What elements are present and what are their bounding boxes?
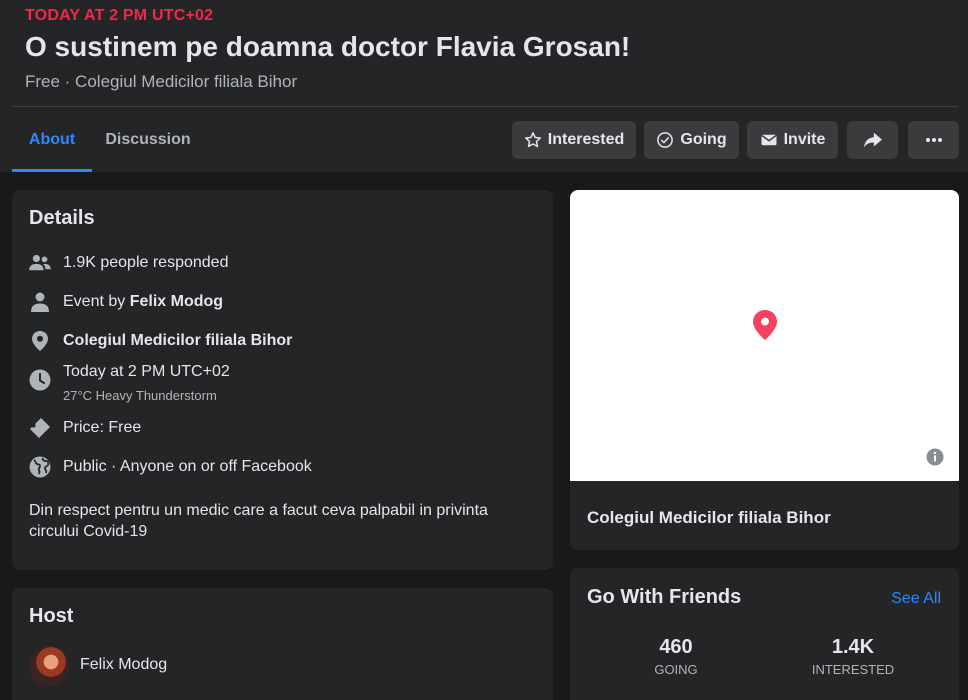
map-card: Colegiul Medicilor filiala Bihor: [570, 190, 959, 550]
host-title: Host: [29, 605, 74, 627]
interested-count: 1.4K: [831, 636, 875, 658]
time-text: Today at 2 PM UTC+02: [63, 363, 230, 380]
location-link[interactable]: Colegiul Medicilor filiala Bihor: [63, 332, 292, 349]
price-row: Price: Free: [29, 417, 141, 439]
map-view[interactable]: [570, 190, 959, 481]
check-circle-icon: [656, 131, 674, 149]
tab-discussion[interactable]: Discussion: [96, 107, 200, 172]
share-button[interactable]: [847, 121, 898, 159]
info-icon[interactable]: [926, 448, 944, 471]
host-card: Host Felix Modog: [12, 588, 553, 700]
interested-label: Interested: [547, 131, 625, 148]
globe-icon: [29, 456, 51, 478]
person-icon: [29, 291, 51, 313]
tab-about[interactable]: About: [12, 107, 92, 172]
clock-icon: [29, 369, 51, 391]
people-icon: [29, 252, 51, 274]
friends-title: Go With Friends: [587, 586, 742, 608]
interested-stat[interactable]: 1.4K INTERESTED: [793, 636, 913, 677]
event-by-name-link[interactable]: Felix Modog: [130, 293, 223, 310]
going-stat[interactable]: 460 GOING: [616, 636, 736, 677]
map-location-name[interactable]: Colegiul Medicilor filiala Bihor: [587, 508, 831, 528]
going-button[interactable]: Going: [644, 121, 739, 159]
responded-text: 1.9K people responded: [63, 254, 229, 271]
event-description: Din respect pentru un medic care a facut…: [29, 502, 488, 540]
details-title: Details: [29, 207, 95, 229]
go-with-friends-card: Go With Friends See All 460 GOING 1.4K I…: [570, 568, 959, 700]
interested-button[interactable]: Interested: [512, 121, 636, 159]
invite-label: Invite: [783, 131, 826, 148]
host-avatar[interactable]: [29, 646, 69, 686]
price-text: Price: Free: [63, 419, 142, 436]
privacy-text: Public · Anyone on or off Facebook: [63, 458, 312, 475]
details-card: Details 1.9K people responded Event by F…: [12, 190, 553, 570]
map-pin-icon[interactable]: [753, 310, 777, 345]
event-title: O sustinem pe doamna doctor Flavia Grosa…: [25, 31, 631, 62]
event-by-prefix: Event by: [63, 293, 130, 310]
ellipsis-icon: [925, 137, 943, 143]
share-icon: [863, 131, 883, 149]
going-count: 460: [659, 636, 693, 658]
ticket-icon: [29, 417, 51, 439]
going-label: GOING: [654, 662, 698, 677]
event-date: TODAY AT 2 PM UTC+02: [25, 7, 214, 24]
location-pin-icon: [29, 330, 51, 352]
interested-label: INTERESTED: [811, 662, 895, 677]
event-subtitle: Free · Colegiul Medicilor filiala Bihor: [25, 72, 298, 91]
time-row: Today at 2 PM UTC+02: [29, 363, 230, 391]
see-all-link[interactable]: See All: [891, 590, 941, 608]
more-options-button[interactable]: [908, 121, 959, 159]
event-by-row: Event by Felix Modog: [29, 291, 223, 313]
weather-text: 27°C Heavy Thunderstorm: [63, 388, 217, 403]
responded-row: 1.9K people responded: [29, 252, 228, 274]
going-label: Going: [680, 131, 727, 148]
host-name-link[interactable]: Felix Modog: [80, 656, 167, 674]
event-header: TODAY AT 2 PM UTC+02 O sustinem pe doamn…: [0, 0, 968, 172]
envelope-icon: [760, 131, 778, 149]
location-row: Colegiul Medicilor filiala Bihor: [29, 330, 292, 352]
star-icon: [524, 131, 542, 149]
privacy-row: Public · Anyone on or off Facebook: [29, 456, 312, 478]
invite-button[interactable]: Invite: [747, 121, 838, 159]
